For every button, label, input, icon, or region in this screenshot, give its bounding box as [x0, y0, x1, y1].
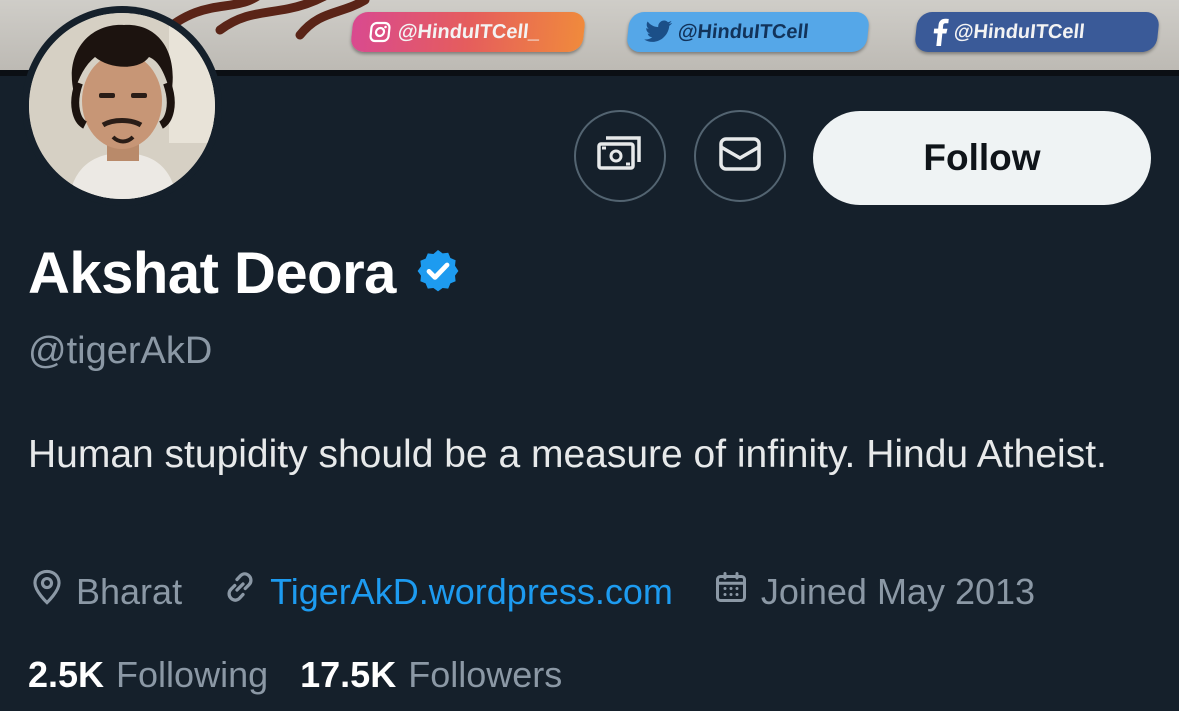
instagram-icon: [367, 20, 394, 44]
twitter-icon: [643, 20, 674, 44]
profile-name-row: Akshat Deora: [28, 240, 462, 307]
facebook-icon: [931, 18, 950, 46]
following-stat[interactable]: 2.5K Following: [28, 654, 268, 696]
profile-stats: 2.5K Following 17.5K Followers: [28, 654, 594, 696]
followers-label: Followers: [408, 654, 563, 695]
message-button[interactable]: [694, 110, 786, 202]
followers-stat[interactable]: 17.5K Followers: [300, 654, 562, 696]
website-link[interactable]: TigerAkD.wordpress.com: [270, 571, 673, 613]
profile-meta: Bharat TigerAkD.wordpress.com Joined May…: [30, 568, 1035, 615]
joined-item: Joined May 2013: [713, 569, 1035, 614]
profile-handle: @tigerAkD: [28, 330, 213, 372]
location-text: Bharat: [76, 570, 183, 612]
location-icon: [30, 568, 64, 615]
facebook-handle-text: @HinduITCell: [952, 20, 1086, 43]
profile-bio: Human stupidity should be a measure of i…: [28, 433, 1107, 476]
message-icon: [718, 136, 762, 177]
link-icon: [222, 569, 258, 614]
instagram-handle-text: @HinduITCell_: [396, 20, 541, 43]
subscribe-icon: [596, 134, 644, 179]
following-count: 2.5K: [28, 654, 105, 695]
facebook-handle-badge: @HinduITCell: [913, 12, 1161, 52]
follow-button[interactable]: Follow: [813, 111, 1151, 205]
instagram-handle-badge: @HinduITCell_: [349, 12, 587, 52]
display-name: Akshat Deora: [28, 241, 396, 306]
avatar[interactable]: [22, 6, 222, 206]
verified-badge-icon[interactable]: [414, 247, 462, 300]
followers-count: 17.5K: [300, 654, 397, 695]
twitter-handle-badge: @HinduITCell: [625, 12, 871, 52]
location-item: Bharat: [30, 568, 182, 615]
calendar-icon: [713, 569, 749, 614]
twitter-handle-text: @HinduITCell: [676, 20, 810, 43]
following-label: Following: [116, 654, 269, 695]
avatar-photo: [29, 13, 215, 199]
website-item[interactable]: TigerAkD.wordpress.com: [222, 569, 673, 614]
subscribe-button[interactable]: [574, 110, 666, 202]
joined-text: Joined May 2013: [760, 570, 1036, 612]
